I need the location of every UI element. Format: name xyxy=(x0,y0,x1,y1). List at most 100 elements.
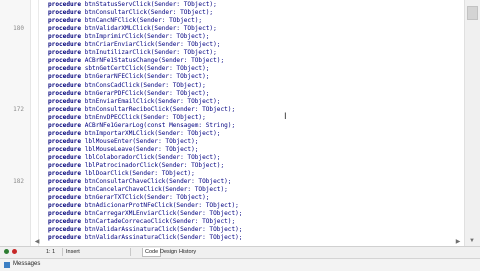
procedure-keyword: procedure xyxy=(48,73,82,81)
code-line[interactable]: procedure btnConsultarClick(Sender: TObj… xyxy=(48,9,213,17)
code-text: btnCriarEnviarClick(Sender: TObject); xyxy=(81,41,221,49)
code-text: btnImportarXMLClick(Sender: TObject); xyxy=(81,129,221,137)
procedure-keyword: procedure xyxy=(48,105,82,113)
code-line[interactable]: procedure lblDoarClick(Sender: TObject); xyxy=(48,170,195,178)
procedure-keyword: procedure xyxy=(48,41,82,49)
vertical-scrollbar-thumb[interactable] xyxy=(467,6,478,20)
code-line[interactable]: procedure btnCriarEnviarClick(Sender: TO… xyxy=(48,41,220,49)
run-indicator-icon xyxy=(4,249,9,254)
code-text: lblColaboradorClick(Sender: TObject); xyxy=(81,153,221,161)
procedure-keyword: procedure xyxy=(48,129,82,137)
code-text: btnEnvDPECClick(Sender: TObject); xyxy=(81,113,206,121)
procedure-keyword: procedure xyxy=(48,1,82,8)
procedure-keyword: procedure xyxy=(48,49,82,57)
tab-history[interactable]: History xyxy=(177,248,198,256)
editor-status-bar: 1: 1 Insert Code Design History xyxy=(0,246,480,258)
status-separator xyxy=(130,248,131,256)
scroll-left-arrow-icon[interactable]: ◀ xyxy=(33,238,41,246)
code-text: btnValidarAssinaturaClick(Sender: TObjec… xyxy=(81,226,243,234)
tab-design[interactable]: Design xyxy=(158,248,179,256)
code-line[interactable]: procedure btnGerarPDFClick(Sender: TObje… xyxy=(48,90,209,98)
code-text: sbtnGetCertClick(Sender: TObject); xyxy=(81,65,210,73)
procedure-keyword: procedure xyxy=(48,218,82,226)
code-text: btnConsultarChaveClick(Sender: TObject); xyxy=(81,178,232,186)
code-line[interactable]: procedure btnImportarXMLClick(Sender: TO… xyxy=(48,130,220,138)
messages-panel-header[interactable]: Messages xyxy=(0,258,480,271)
code-text: btnGerarPDFClick(Sender: TObject); xyxy=(81,89,210,97)
code-text: btnValidarAssinaturaClick(Sender: TObjec… xyxy=(81,234,243,242)
code-line[interactable]: procedure btnEnvDPECClick(Sender: TObjec… xyxy=(48,114,206,122)
procedure-keyword: procedure xyxy=(48,81,82,89)
code-line[interactable]: procedure btnImprimirClick(Sender: TObje… xyxy=(48,33,209,41)
code-text: ACBrNFe1StatusChange(Sender: TObject); xyxy=(81,57,225,65)
code-line[interactable]: procedure lblMouseLeave(Sender: TObject)… xyxy=(48,146,198,154)
code-text: btnValidarXMLClick(Sender: TObject); xyxy=(81,25,217,33)
procedure-keyword: procedure xyxy=(48,145,82,153)
procedure-keyword: procedure xyxy=(48,234,82,242)
cursor-position: 1: 1 xyxy=(46,249,56,255)
code-text: btnCancNFClick(Sender: TObject); xyxy=(81,17,203,25)
code-line[interactable]: procedure lblColaboradorClick(Sender: TO… xyxy=(48,154,220,162)
procedure-keyword: procedure xyxy=(48,33,82,41)
line-number: 172 xyxy=(13,105,24,113)
code-line[interactable]: procedure btnGerarTXTClick(Sender: TObje… xyxy=(48,194,209,202)
procedure-keyword: procedure xyxy=(48,137,82,145)
code-text: btnAdicionarProtNFeClick(Sender: TObject… xyxy=(81,202,239,210)
code-line[interactable]: procedure btnAdicionarProtNFeClick(Sende… xyxy=(48,202,239,210)
procedure-keyword: procedure xyxy=(48,186,82,194)
code-line[interactable]: procedure ACBrNFe1GerarLog(const Mensage… xyxy=(48,122,235,130)
code-line[interactable]: procedure ACBrNFe1StatusChange(Sender: T… xyxy=(48,57,224,65)
gutter-separator xyxy=(30,0,31,246)
procedure-keyword: procedure xyxy=(48,170,82,178)
messages-icon xyxy=(4,262,10,268)
code-line[interactable]: procedure btnValidarAssinaturaClick(Send… xyxy=(48,226,242,234)
code-line[interactable]: procedure btnCarregarXMLEnviarClick(Send… xyxy=(48,210,242,218)
code-text: btnImprimirClick(Sender: TObject); xyxy=(81,33,210,41)
code-text: lblMouseLeave(Sender: TObject); xyxy=(81,145,199,153)
code-line[interactable]: procedure btnEnviarEmailClick(Sender: TO… xyxy=(48,98,220,106)
code-line[interactable]: procedure btnConsCadClick(Sender: TObjec… xyxy=(48,82,206,90)
line-number-gutter xyxy=(0,0,30,246)
procedure-keyword: procedure xyxy=(48,17,82,25)
code-line[interactable]: procedure lblPatrocinadorClick(Sender: T… xyxy=(48,162,224,170)
code-text: btnInutilizarClick(Sender: TObject); xyxy=(81,49,217,57)
procedure-keyword: procedure xyxy=(48,89,82,97)
scroll-down-arrow-icon[interactable]: ▼ xyxy=(466,237,478,245)
insert-mode-indicator: Insert xyxy=(66,249,80,255)
code-line[interactable]: procedure btnGerarNFEClick(Sender: TObje… xyxy=(48,73,209,81)
code-line[interactable]: procedure btnConsultarReciboClick(Sender… xyxy=(48,106,235,114)
text-cursor-icon: I xyxy=(284,112,287,122)
code-line[interactable]: procedure btnInutilizarClick(Sender: TOb… xyxy=(48,49,217,57)
code-text: btnGerarTXTClick(Sender: TObject); xyxy=(81,194,210,202)
vertical-scrollbar[interactable] xyxy=(464,0,480,246)
code-text: btnConsCadClick(Sender: TObject); xyxy=(81,81,206,89)
code-editor[interactable]: 180 172 182 procedure btnStatusServClick(S… xyxy=(0,0,480,246)
messages-label: Messages xyxy=(13,261,41,267)
code-text: btnConsultarReciboClick(Sender: TObject)… xyxy=(81,105,236,113)
code-text: btnGerarNFEClick(Sender: TObject); xyxy=(81,73,210,81)
procedure-keyword: procedure xyxy=(48,97,82,105)
code-line[interactable]: procedure btnCancelarChaveClick(Sender: … xyxy=(48,186,228,194)
code-text: ACBrNFe1GerarLog(const Mensagem: String)… xyxy=(81,121,236,129)
code-text: btnStatusServClick(Sender: TObject); xyxy=(81,1,217,8)
code-line[interactable]: procedure sbtnGetCertClick(Sender: TObje… xyxy=(48,65,209,73)
code-line[interactable]: procedure btnStatusServClick(Sender: TOb… xyxy=(48,1,217,9)
code-line[interactable]: procedure btnCartadeCorrecaoClick(Sender… xyxy=(48,218,235,226)
scroll-right-arrow-icon[interactable]: ▶ xyxy=(454,238,462,246)
line-number: 180 xyxy=(13,25,24,33)
code-text: lblPatrocinadorClick(Sender: TObject); xyxy=(81,162,225,169)
procedure-keyword: procedure xyxy=(48,121,82,129)
procedure-keyword: procedure xyxy=(48,226,82,234)
code-text: btnCartadeCorrecaoClick(Sender: TObject)… xyxy=(81,218,236,226)
code-line[interactable]: procedure btnCancNFClick(Sender: TObject… xyxy=(48,17,202,25)
code-line[interactable]: procedure lblMouseEnter(Sender: TObject)… xyxy=(48,138,198,146)
code-line[interactable]: procedure btnConsultarChaveClick(Sender:… xyxy=(48,178,231,186)
code-text: btnEnviarEmailClick(Sender: TObject); xyxy=(81,97,221,105)
code-line[interactable]: procedure btnValidarXMLClick(Sender: TOb… xyxy=(48,25,217,33)
code-line[interactable]: procedure btnValidarAssinaturaClick(Send… xyxy=(48,234,242,242)
status-separator xyxy=(62,248,63,256)
line-number: 182 xyxy=(13,178,24,186)
procedure-keyword: procedure xyxy=(48,65,82,73)
procedure-keyword: procedure xyxy=(48,9,82,17)
procedure-keyword: procedure xyxy=(48,25,82,33)
